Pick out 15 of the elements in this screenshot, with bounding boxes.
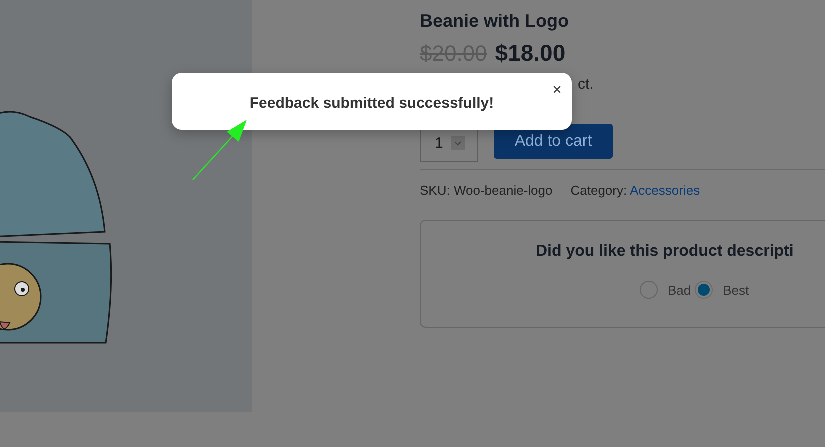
arrow-icon [191,118,249,182]
radio-button[interactable] [640,281,658,299]
product-description: ct. [578,75,595,95]
spinner-icon[interactable] [451,136,465,150]
sale-price: $18.00 [495,40,566,67]
toast-message: Feedback submitted successfully! [250,95,494,112]
feedback-question: Did you like this product descripti [536,243,795,261]
category-link[interactable]: Accessories [630,183,700,198]
sku-label: SKU: Woo-beanie-logo [420,183,553,198]
radio-button[interactable] [695,281,714,299]
category-label: Category: [570,183,628,198]
radio-label[interactable]: Bad [668,282,692,298]
close-button[interactable]: × [552,83,562,99]
radio-label[interactable]: Best [723,282,750,298]
product-title: Beanie with Logo [420,10,570,33]
